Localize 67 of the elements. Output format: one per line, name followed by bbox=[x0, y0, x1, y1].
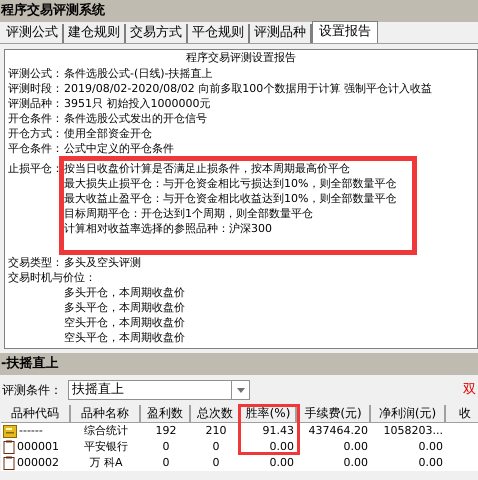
report-text: 目标周期平仓：开仓达到1个周期，则全部数量平仓 bbox=[64, 206, 314, 221]
report-text: 多头平仓，本周期收盘价 bbox=[63, 300, 186, 315]
report-text: 最大收益止盈平仓：与开仓资金相比收益达到10%，则全部数量平仓 bbox=[64, 191, 396, 206]
report-label: 开仓方式： bbox=[8, 126, 64, 141]
table-cell: 平安银行 bbox=[84, 439, 128, 455]
dropdown-arrow-icon bbox=[236, 388, 244, 392]
table-cell: 0.00 bbox=[270, 455, 294, 471]
condition-label: 评测条件： bbox=[2, 382, 62, 399]
report-label: 交易类型： bbox=[8, 255, 64, 270]
table-cell: 192 bbox=[156, 423, 176, 439]
tab[interactable]: 建仓规则 bbox=[64, 24, 126, 43]
report-label: 开仓条件： bbox=[8, 111, 64, 126]
report-label: 平仓条件： bbox=[8, 141, 64, 156]
report-text: 空头开仓，本周期收盘价 bbox=[63, 315, 186, 330]
table-cell: 0.00 bbox=[270, 439, 294, 455]
column-header[interactable]: 总次数 bbox=[191, 405, 241, 423]
column-header[interactable]: 品种名称 bbox=[71, 405, 141, 423]
hint-text: 双 bbox=[463, 381, 476, 400]
report-label: 评测品种： bbox=[8, 96, 64, 111]
table-cell: 0.00 bbox=[418, 455, 443, 471]
report-text: 最大损失止损平仓：与开仓资金相比亏损达到10%，则全部数量平仓 bbox=[64, 176, 396, 191]
report-text: 按当日收盘价计算是否满足止损条件，按本周期最高价平仓 bbox=[64, 161, 351, 176]
table-cell: 0.00 bbox=[344, 439, 368, 455]
report-title: 程序交易评测设置报告 bbox=[185, 50, 297, 66]
report-text: 计算相对收益率选择的参照品种：沪深300 bbox=[64, 221, 273, 236]
table-cell: 万 科A bbox=[89, 455, 123, 471]
report-text: 多头及空头评测 bbox=[64, 255, 141, 270]
tab[interactable]: 设置报告 bbox=[312, 21, 378, 43]
report-text: 多头开仓，本周期收盘价 bbox=[63, 285, 186, 300]
table-cell: 0 bbox=[162, 439, 170, 455]
table-cell: 000002 bbox=[17, 455, 59, 471]
report-text: 条件选股公式-(日线)-扶摇直上 bbox=[64, 66, 213, 81]
table-cell: 0.00 bbox=[344, 455, 368, 471]
folder-icon bbox=[3, 424, 17, 438]
report-text: 使用全部资金开仓 bbox=[64, 126, 152, 141]
table-cell: 0 bbox=[162, 455, 170, 471]
table-cell: ------ bbox=[19, 423, 43, 439]
table-cell: 1058203... bbox=[384, 423, 443, 439]
column-header[interactable]: 品种代码 bbox=[1, 405, 71, 423]
table-cell: 综合统计 bbox=[84, 423, 128, 439]
table-cell: 0.00 bbox=[418, 439, 443, 455]
report-label: 止损平仓： bbox=[8, 161, 64, 176]
panel-title-bar: -扶摇直上 bbox=[0, 353, 478, 375]
report-text: 条件选股公式发出的开仓信号 bbox=[64, 111, 207, 126]
column-header[interactable]: 盈利数 bbox=[141, 405, 191, 423]
report-text: 公式中定义的平仓条件 bbox=[64, 141, 174, 156]
table-cell: 000001 bbox=[17, 439, 59, 455]
tab[interactable]: 平仓规则 bbox=[188, 24, 250, 43]
report-label: 评测公式： bbox=[8, 66, 64, 81]
column-header[interactable]: 手续费(元) bbox=[297, 405, 371, 423]
table-cell: 210 bbox=[206, 423, 226, 439]
condition-dropdown[interactable]: 扶摇直上 bbox=[68, 380, 250, 400]
report-label: 交易时机与价位： bbox=[8, 270, 97, 285]
table-cell: 0 bbox=[212, 439, 220, 455]
table-cell: 437464.20 bbox=[308, 423, 368, 439]
report-text: 空头平仓，本周期收盘价 bbox=[63, 330, 186, 345]
report-text: 3951只 初始投入1000000元 bbox=[64, 96, 210, 111]
table-cell: 91.43 bbox=[262, 423, 294, 439]
report-text: 2019/08/02-2020/08/02 向前多取100个数据用于计算 强制平仓计入收益 bbox=[64, 81, 432, 96]
report-label: 评测时段： bbox=[8, 81, 64, 96]
table-cell: 0 bbox=[212, 455, 220, 471]
column-header[interactable]: 净利润(元) bbox=[371, 405, 446, 423]
column-header[interactable]: 收 bbox=[446, 405, 478, 423]
tab[interactable]: 交易方式 bbox=[126, 24, 188, 43]
window-title: 程序交易评测系统 bbox=[0, 0, 478, 22]
highlight-frame bbox=[238, 404, 300, 455]
tab[interactable]: 评测公式 bbox=[2, 24, 64, 43]
